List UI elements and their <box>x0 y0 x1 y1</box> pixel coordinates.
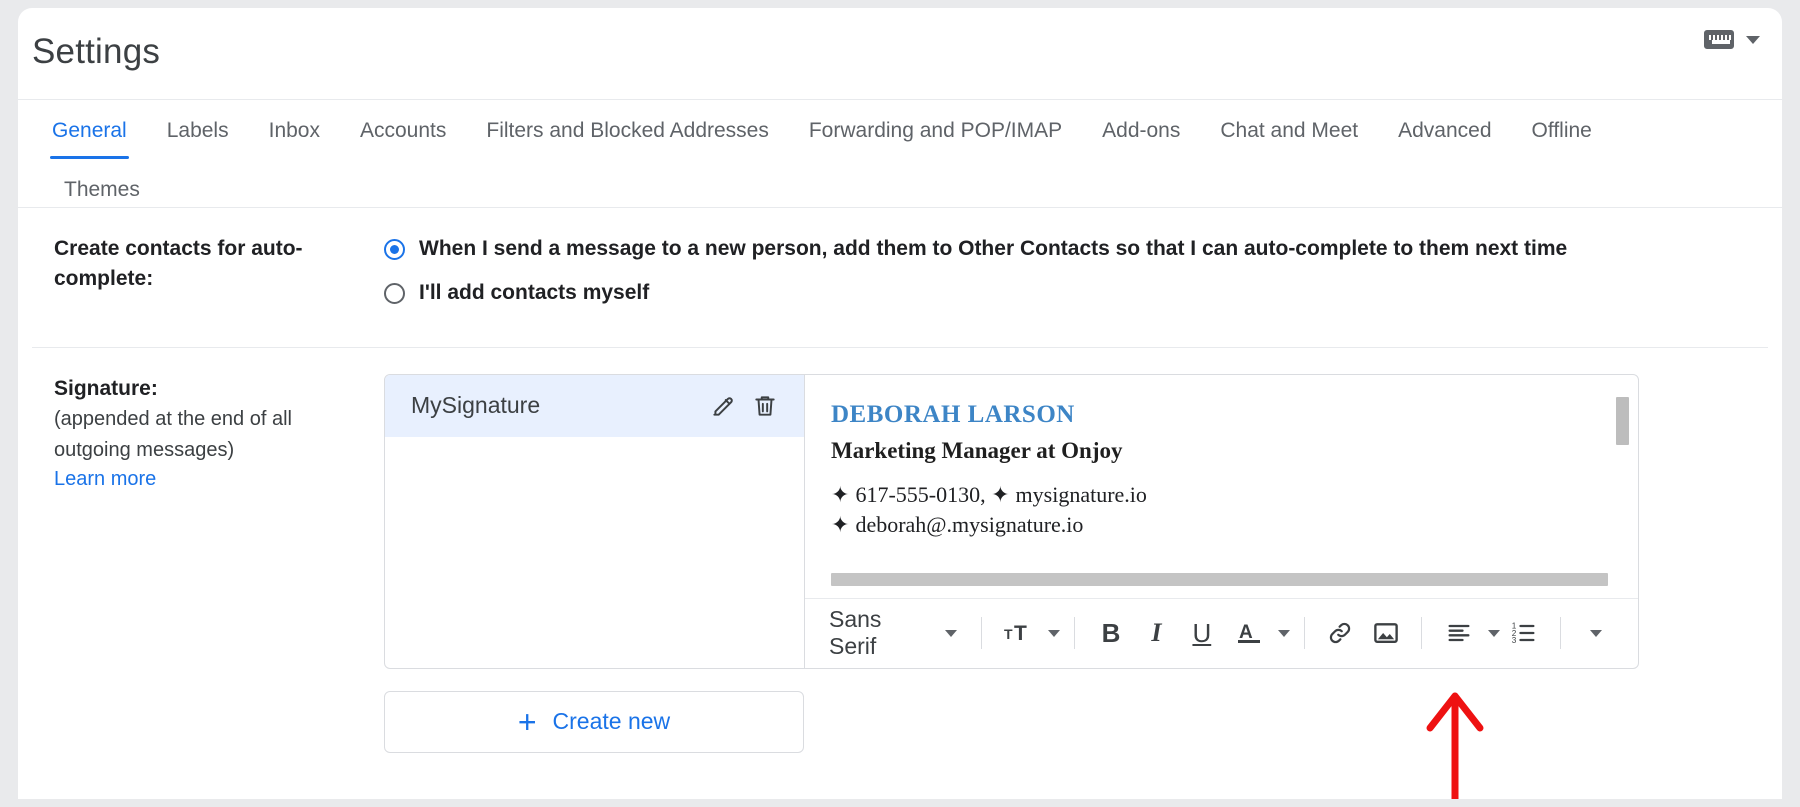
underline-button[interactable]: U <box>1180 610 1223 656</box>
signature-item-name: MySignature <box>411 392 541 419</box>
radio-auto-add[interactable] <box>384 239 405 260</box>
tab-filters-and-blocked-addresses[interactable]: Filters and Blocked Addresses <box>466 100 788 159</box>
signature-preview-contact: ✦ 617-555-0130, ✦ mysignature.io ✦ deborah@… <box>831 480 1604 541</box>
section-label-signature: Signature: (appended at the end of all o… <box>32 374 384 753</box>
align-left-icon[interactable] <box>1436 610 1482 656</box>
signature-preview-name: DEBORAH LARSON <box>831 400 1075 428</box>
chevron-down-icon[interactable] <box>945 629 958 637</box>
chevron-down-icon[interactable] <box>1746 35 1760 44</box>
trash-icon[interactable] <box>744 385 786 427</box>
settings-tabbar: General Labels Inbox Accounts Filters an… <box>18 100 1782 208</box>
page-title: Settings <box>32 32 161 71</box>
toolbar-divider <box>981 617 983 650</box>
font-size-icon[interactable]: T T <box>996 610 1042 656</box>
signature-preview[interactable]: DEBORAH LARSON Marketing Manager at Onjo… <box>805 375 1638 598</box>
text-color-icon[interactable]: A <box>1226 610 1272 656</box>
pencil-icon[interactable] <box>702 385 744 427</box>
diamond-bullet-icon: ✦ <box>831 481 850 507</box>
signature-description-line2: outgoing messages) <box>54 439 235 462</box>
svg-text:A: A <box>1239 622 1253 643</box>
link-icon[interactable] <box>1318 610 1361 656</box>
numbered-list-icon[interactable]: 1 2 3 <box>1502 610 1545 656</box>
signature-contact-line-2: ✦ deborah@.mysignature.io <box>831 510 1604 540</box>
radio-manual-add[interactable] <box>384 283 405 305</box>
keyboard-icon[interactable] <box>1704 30 1734 49</box>
signature-phone: 617-555-0130, <box>855 481 986 507</box>
chevron-down-icon[interactable] <box>1048 629 1061 637</box>
create-contacts-options: When I send a message to a new person, a… <box>384 234 1768 323</box>
tab-inbox[interactable]: Inbox <box>249 100 340 159</box>
align-selector[interactable] <box>1436 610 1501 656</box>
signature-preview-role: Marketing Manager at Onjoy <box>831 437 1123 463</box>
tab-accounts[interactable]: Accounts <box>340 100 466 159</box>
tab-general[interactable]: General <box>32 100 147 160</box>
toolbar-divider <box>1559 617 1561 650</box>
tab-row-secondary: Themes <box>32 159 1768 218</box>
font-size-selector[interactable]: T T <box>996 610 1061 656</box>
formatting-toolbar: Sans Serif T T B I U A 1 2 3 <box>805 597 1638 668</box>
font-family-label: Sans Serif <box>829 606 882 660</box>
plus-icon: + <box>517 703 537 740</box>
toolbar-divider <box>1303 617 1305 650</box>
signature-description-line1: (appended at the end of all <box>54 408 292 431</box>
tab-forwarding-and-pop-imap[interactable]: Forwarding and POP/IMAP <box>789 100 1082 159</box>
radio-option-auto-add[interactable]: When I send a message to a new person, a… <box>384 234 1768 264</box>
svg-text:T: T <box>1004 626 1013 642</box>
diamond-bullet-icon: ✦ <box>991 481 1010 507</box>
svg-text:T: T <box>1014 622 1027 645</box>
create-new-button[interactable]: + Create new <box>384 690 804 753</box>
toolbar-divider <box>1074 617 1076 650</box>
signature-email: deborah@.mysignature.io <box>855 512 1084 538</box>
toolbar-divider <box>1421 617 1423 650</box>
create-contacts-label: Create contacts for auto-complete: <box>54 237 303 291</box>
radio-manual-add-label: I'll add contacts myself <box>419 281 650 305</box>
tab-row-primary: General Labels Inbox Accounts Filters an… <box>32 100 1768 160</box>
create-new-label: Create new <box>552 708 671 735</box>
chevron-down-icon[interactable] <box>1277 629 1290 637</box>
svg-text:3: 3 <box>1512 636 1517 645</box>
diamond-bullet-icon: ✦ <box>831 512 850 538</box>
settings-page: Settings General Labels Inbox Accounts F… <box>18 8 1782 799</box>
vertical-scrollbar[interactable] <box>1616 396 1629 445</box>
horizontal-scrollbar-thumb[interactable] <box>831 572 1608 586</box>
signature-box: MySignature DEBORAH LARSON Marketing Man… <box>384 373 1639 669</box>
input-tools-control[interactable] <box>1704 30 1760 49</box>
text-color-selector[interactable]: A <box>1226 610 1290 656</box>
signature-contact-line-1: ✦ 617-555-0130, ✦ mysignature.io <box>831 480 1604 510</box>
tab-labels[interactable]: Labels <box>147 100 249 159</box>
signature-website: mysignature.io <box>1015 481 1147 507</box>
section-label-create-contacts: Create contacts for auto-complete: <box>32 234 384 323</box>
section-create-contacts: Create contacts for auto-complete: When … <box>32 208 1768 348</box>
insert-image-icon[interactable] <box>1364 610 1407 656</box>
tab-themes[interactable]: Themes <box>44 159 160 218</box>
radio-auto-add-label: When I send a message to a new person, a… <box>419 237 1568 260</box>
tab-offline[interactable]: Offline <box>1512 100 1612 159</box>
font-family-selector[interactable]: Sans Serif <box>827 606 967 660</box>
tab-add-ons[interactable]: Add-ons <box>1082 100 1200 159</box>
signature-widget: MySignature DEBORAH LARSON Marketing Man… <box>384 373 1768 753</box>
signature-list: MySignature <box>385 374 805 668</box>
signature-label: Signature: <box>54 376 158 400</box>
more-options-icon[interactable] <box>1575 610 1618 656</box>
chevron-down-icon[interactable] <box>1488 629 1501 637</box>
italic-button[interactable]: I <box>1135 610 1178 656</box>
learn-more-link[interactable]: Learn more <box>54 468 156 491</box>
tab-advanced[interactable]: Advanced <box>1378 100 1511 159</box>
tab-chat-and-meet[interactable]: Chat and Meet <box>1200 100 1378 159</box>
horizontal-scrollbar[interactable] <box>831 572 1608 586</box>
list-item[interactable]: MySignature <box>385 374 804 437</box>
chevron-down-glyph <box>1590 629 1603 637</box>
bold-button[interactable]: B <box>1089 610 1132 656</box>
page-header: Settings <box>18 8 1782 100</box>
radio-option-manual-add[interactable]: I'll add contacts myself <box>384 278 1768 308</box>
signature-editor: DEBORAH LARSON Marketing Manager at Onjo… <box>805 375 1638 668</box>
settings-body: Create contacts for auto-complete: When … <box>18 208 1782 777</box>
section-signature: Signature: (appended at the end of all o… <box>32 348 1768 777</box>
